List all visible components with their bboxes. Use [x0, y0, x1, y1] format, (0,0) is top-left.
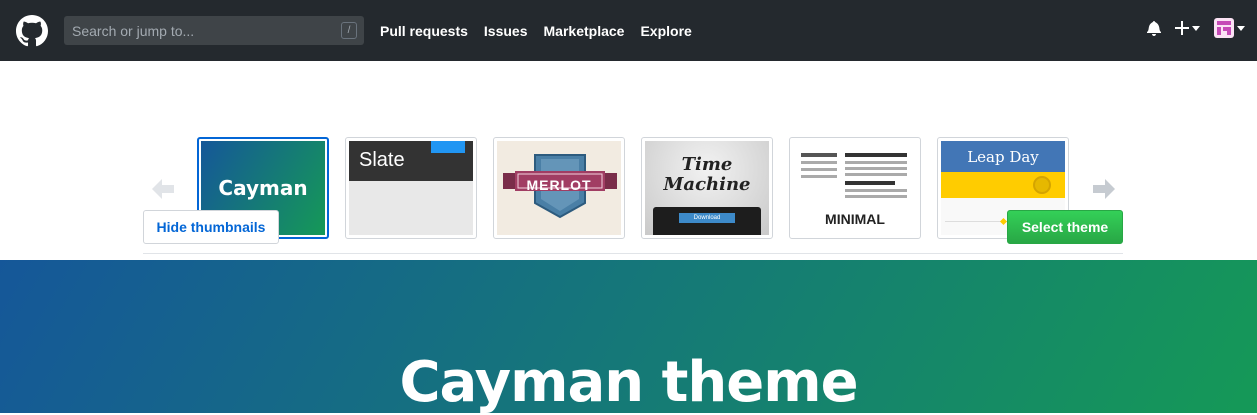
hero-title: Cayman theme [399, 350, 858, 415]
picker-divider [143, 253, 1123, 254]
search-input[interactable] [72, 22, 356, 39]
nav-pull-requests[interactable]: Pull requests [380, 23, 468, 39]
plus-icon [1175, 21, 1189, 35]
previous-arrow-icon[interactable] [152, 179, 174, 199]
avatar [1214, 18, 1234, 38]
top-navbar: / Pull requests Issues Marketplace Explo… [0, 0, 1257, 61]
theme-thumb-time-machine[interactable]: Time Machine Download [641, 137, 773, 239]
theme-thumb-minimal[interactable]: MINIMAL [789, 137, 921, 239]
next-arrow-icon[interactable] [1093, 179, 1115, 199]
main-nav: Pull requests Issues Marketplace Explore [380, 23, 708, 39]
chevron-down-icon [1192, 25, 1200, 31]
time-machine-line-1: Time [681, 154, 733, 175]
bell-icon[interactable] [1147, 20, 1161, 36]
theme-name-cayman: Cayman [218, 176, 308, 200]
time-machine-line-2: Machine [663, 174, 751, 195]
theme-preview-hero: Cayman theme [0, 260, 1257, 415]
theme-name-time-machine: Time Machine [645, 155, 769, 195]
search-box: / [64, 16, 364, 45]
hide-thumbnails-button[interactable]: Hide thumbnails [143, 210, 279, 244]
create-new-dropdown[interactable] [1175, 21, 1200, 35]
nav-marketplace[interactable]: Marketplace [544, 23, 625, 39]
leap-day-octocat-icon [1033, 176, 1051, 194]
header-actions [1133, 18, 1245, 38]
nav-issues[interactable]: Issues [484, 23, 528, 39]
theme-name-merlot: MERLOT [526, 177, 592, 193]
theme-name-slate: Slate [359, 149, 405, 171]
time-machine-download-button: Download [679, 213, 735, 223]
theme-name-minimal: MINIMAL [825, 211, 885, 227]
nav-explore[interactable]: Explore [640, 23, 691, 39]
github-logo-icon[interactable] [16, 14, 48, 47]
select-theme-button[interactable]: Select theme [1007, 210, 1123, 244]
theme-thumb-slate[interactable]: Slate [345, 137, 477, 239]
theme-name-leap-day: Leap Day [967, 148, 1039, 166]
search-shortcut-badge: / [341, 22, 357, 39]
theme-thumbnails: Cayman Slate MERLOT Time Machine Downloa… [197, 137, 1085, 239]
user-menu-dropdown[interactable] [1214, 18, 1245, 38]
theme-thumb-merlot[interactable]: MERLOT [493, 137, 625, 239]
chevron-down-icon [1237, 25, 1245, 31]
